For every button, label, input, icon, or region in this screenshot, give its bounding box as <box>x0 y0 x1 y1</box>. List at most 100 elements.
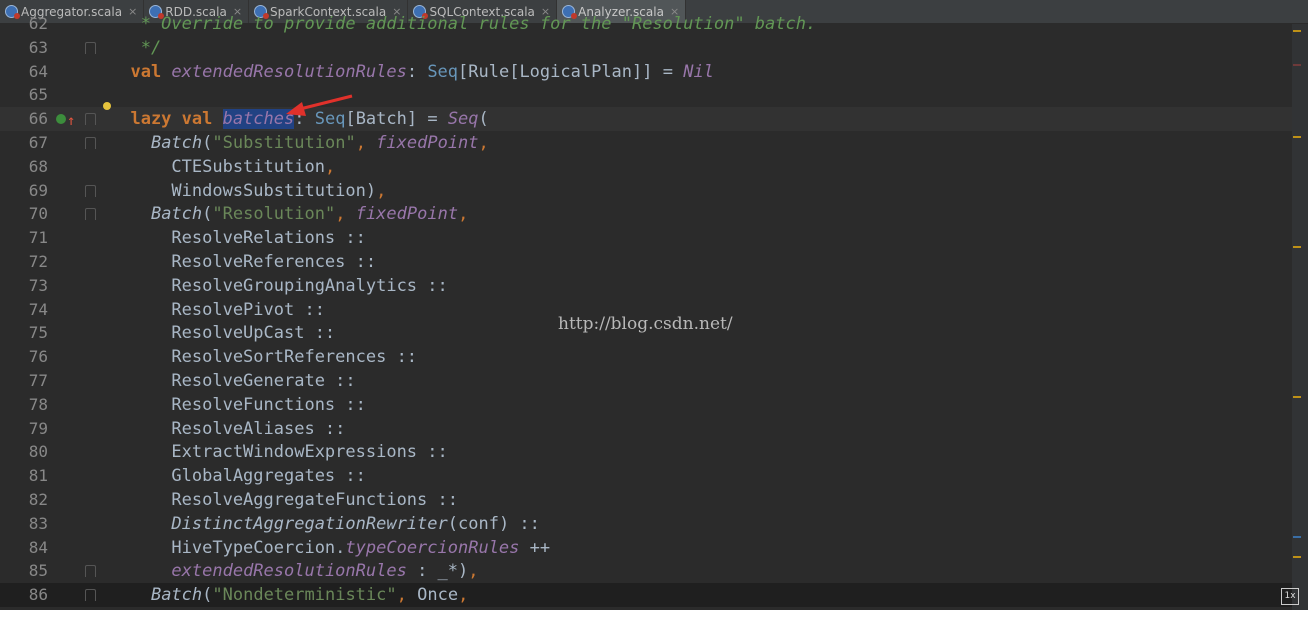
code-text: ResolvePivot :: <box>110 298 325 322</box>
code-line[interactable]: 76 ResolveSortReferences :: <box>0 345 1292 369</box>
stripe-marker[interactable] <box>1293 536 1301 538</box>
code-token: ResolveUpCast :: <box>110 323 336 344</box>
code-line[interactable]: 66 ↑ lazy val batches: Seq[Batch] = Seq( <box>0 102 1292 133</box>
code-line[interactable]: 84 HiveTypeCoercion.typeCoercionRules ++ <box>0 536 1292 560</box>
code-line[interactable]: 77 ResolveGenerate :: <box>0 369 1292 393</box>
code-token: , <box>468 561 479 582</box>
code-line[interactable]: 69 WindowsSubstitution), <box>0 179 1292 203</box>
code-token: , <box>324 156 336 177</box>
code-token: ResolveGenerate :: <box>110 371 356 391</box>
code-token: ResolveRelations :: <box>110 228 366 249</box>
code-line[interactable]: 82 ResolveAggregateFunctions :: <box>0 488 1292 512</box>
line-number: 73 <box>28 275 48 295</box>
code-token: [Batch] = <box>345 109 448 130</box>
code-line[interactable]: 70 Batch("Resolution", fixedPoint, <box>0 202 1292 226</box>
up-arrow-icon[interactable]: ↑ <box>67 109 75 133</box>
code-line[interactable]: 73 ResolveGroupingAnalytics :: <box>0 274 1292 298</box>
stripe-marker[interactable] <box>1293 556 1301 558</box>
code-token: ( <box>478 109 489 130</box>
line-number: 77 <box>28 371 48 390</box>
code-token: CTESubstitution <box>110 156 325 177</box>
code-line[interactable]: 79 ResolveAliases :: <box>0 417 1292 441</box>
code-text: ResolveUpCast :: <box>110 321 335 345</box>
code-token: , <box>458 204 469 225</box>
code-line[interactable]: 83 DistinctAggregationRewriter(conf) :: <box>0 512 1292 536</box>
line-number: 68 <box>28 156 48 176</box>
fold-icon[interactable] <box>85 589 96 602</box>
code-token: ( <box>202 204 213 225</box>
code-token: extendedResolutionRules <box>171 561 407 582</box>
line-number: 75 <box>28 323 48 343</box>
code-token: ( <box>202 585 213 606</box>
code-token: fixedPoint <box>355 204 459 225</box>
line-number: 81 <box>28 466 48 486</box>
code-line[interactable]: 71 ResolveRelations :: <box>0 226 1292 250</box>
code-line[interactable]: 63 */ <box>0 36 1292 60</box>
line-number: 70 <box>28 204 48 224</box>
code-text: extendedResolutionRules : _*), <box>110 559 479 583</box>
code-line[interactable]: 72 ResolveReferences :: <box>0 250 1292 274</box>
line-number: 83 <box>28 513 48 533</box>
line-number: 67 <box>28 133 48 152</box>
code-line[interactable]: 68 CTESubstitution, <box>0 155 1292 179</box>
code-token: ResolveGroupingAnalytics :: <box>110 275 448 296</box>
code-token: typeCoercionRules <box>345 537 520 558</box>
code-token: GlobalAggregates :: <box>110 466 366 487</box>
fold-icon[interactable] <box>85 41 96 54</box>
code-token: Nil <box>683 61 714 82</box>
code-token: val <box>110 61 172 82</box>
fold-icon[interactable] <box>85 113 96 126</box>
code-text: Batch("Resolution", fixedPoint, <box>110 202 468 226</box>
line-number: 65 <box>28 85 48 105</box>
line-number: 63 <box>28 37 48 57</box>
code-token: ResolveSortReferences :: <box>110 347 418 368</box>
code-text: ResolveAliases :: <box>110 417 345 441</box>
code-token: "Nondeterministic" <box>212 585 397 606</box>
code-token: (conf) :: <box>447 513 540 534</box>
stripe-marker[interactable] <box>1293 64 1301 66</box>
code-text: ResolveAggregateFunctions :: <box>110 488 458 512</box>
code-line[interactable]: 78 ResolveFunctions :: <box>0 393 1292 417</box>
code-token: , <box>376 180 387 201</box>
line-number: 78 <box>28 394 48 414</box>
code-token: : <box>406 61 428 82</box>
code-token: Seq <box>447 109 479 130</box>
code-line[interactable]: 62 * Override to provide additional rule… <box>0 12 1292 36</box>
code-token: , <box>355 133 377 153</box>
zoom-badge[interactable]: 1x <box>1281 588 1299 605</box>
code-token: * Override to provide additional rules f… <box>110 14 817 34</box>
code-line[interactable]: 67 Batch("Substitution", fixedPoint, <box>0 131 1292 155</box>
code-token: */ <box>110 37 162 58</box>
code-line[interactable]: 81 GlobalAggregates :: <box>0 464 1292 488</box>
line-number: 76 <box>28 347 48 367</box>
fold-icon[interactable] <box>85 184 96 197</box>
code-text: */ <box>110 36 161 60</box>
fold-icon[interactable] <box>85 565 96 578</box>
code-token: , <box>458 585 469 606</box>
code-token: , <box>478 133 489 153</box>
fold-icon[interactable] <box>85 208 96 221</box>
line-number: 80 <box>28 442 48 462</box>
stripe-marker[interactable] <box>1293 30 1301 32</box>
code-line[interactable]: 64 val extendedResolutionRules: Seq[Rule… <box>0 60 1292 84</box>
code-token: ResolveReferences :: <box>110 252 377 272</box>
line-number: 64 <box>28 61 48 81</box>
code-line[interactable]: 85 extendedResolutionRules : _*), <box>0 559 1292 583</box>
error-stripe[interactable] <box>1292 24 1308 610</box>
fold-icon[interactable] <box>85 137 96 149</box>
override-gutter-icon[interactable] <box>56 114 66 125</box>
code-token: ResolveAliases :: <box>110 418 346 439</box>
stripe-marker[interactable] <box>1293 136 1301 138</box>
code-token: "Resolution" <box>212 204 336 225</box>
code-text: ExtractWindowExpressions :: <box>110 440 447 464</box>
line-number: 66 <box>28 109 48 129</box>
line-number: 79 <box>28 418 48 438</box>
code-line[interactable]: 86 Batch("Nondeterministic", Once, <box>0 583 1292 608</box>
stripe-marker[interactable] <box>1293 246 1301 248</box>
code-line[interactable]: 65 <box>0 83 1292 107</box>
stripe-marker[interactable] <box>1293 396 1301 398</box>
code-line[interactable]: 80 ExtractWindowExpressions :: <box>0 440 1292 464</box>
